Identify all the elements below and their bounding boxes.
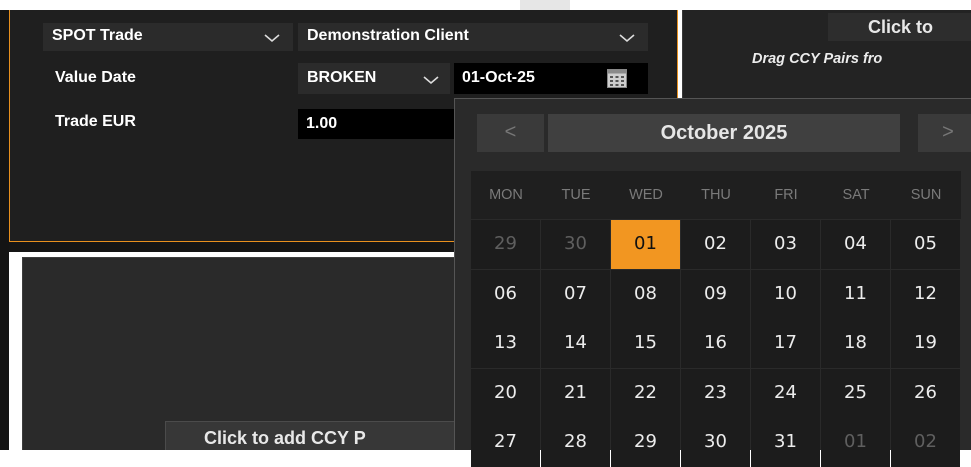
right-panel-hint: Drag CCY Pairs fro — [752, 51, 883, 67]
value-date-text: 01-Oct-25 — [462, 69, 535, 86]
right-panel-button[interactable]: Click to — [828, 13, 971, 41]
calendar-day[interactable]: 07 — [541, 269, 610, 319]
calendar-day[interactable]: 19 — [891, 319, 960, 368]
value-date-input[interactable]: 01-Oct-25 — [454, 63, 648, 94]
tenor-value: BROKEN — [307, 69, 377, 86]
calendar-day[interactable]: 24 — [751, 368, 820, 418]
weekday-fri: FRI — [751, 171, 821, 219]
trade-type-value: SPOT Trade — [52, 27, 143, 44]
weekday-mon: MON — [471, 171, 541, 219]
calendar-day[interactable]: 08 — [611, 269, 680, 319]
weekday-sun: SUN — [891, 171, 961, 219]
calendar-day[interactable]: 02 — [891, 418, 960, 467]
chevron-left-icon[interactable]: < — [477, 114, 544, 152]
calendar-day[interactable]: 03 — [751, 220, 820, 269]
calendar-day[interactable]: 13 — [471, 319, 540, 368]
trade-amount-label: Trade EUR — [55, 113, 136, 130]
calendar-day[interactable]: 25 — [821, 368, 890, 418]
calendar-month-title[interactable]: October 2025 — [548, 114, 900, 152]
calendar-day[interactable]: 10 — [751, 269, 820, 319]
tenor-select[interactable]: BROKEN — [298, 63, 450, 94]
calendar-day[interactable]: 29 — [611, 418, 680, 467]
calendar-day[interactable]: 26 — [891, 368, 960, 418]
calendar-day[interactable]: 05 — [891, 220, 960, 269]
add-ccy-button[interactable]: Click to add CCY P — [165, 421, 460, 450]
calendar-day[interactable]: 12 — [891, 269, 960, 319]
chevron-down-icon — [264, 34, 280, 43]
weekday-sat: SAT — [821, 171, 891, 219]
trade-amount-value: 1.00 — [306, 115, 338, 132]
weekday-thu: THU — [681, 171, 751, 219]
client-select[interactable]: Demonstration Client — [298, 23, 648, 51]
weekday-tue: TUE — [541, 171, 611, 219]
calendar-day[interactable]: 02 — [681, 220, 750, 269]
client-value: Demonstration Client — [307, 27, 469, 44]
value-date-label: Value Date — [55, 69, 136, 86]
chevron-down-icon — [619, 34, 635, 43]
calendar-day[interactable]: 28 — [541, 418, 610, 467]
calendar-icon[interactable] — [607, 69, 627, 88]
calendar-day[interactable]: 15 — [611, 319, 680, 368]
calendar-day[interactable]: 11 — [821, 269, 890, 319]
calendar-day[interactable]: 30 — [681, 418, 750, 467]
calendar-day[interactable]: 18 — [821, 319, 890, 368]
calendar-day[interactable]: 17 — [751, 319, 820, 368]
left-edge — [0, 10, 9, 450]
calendar-day[interactable]: 14 — [541, 319, 610, 368]
top-strip-highlight — [520, 0, 570, 10]
calendar-day[interactable]: 04 — [821, 220, 890, 269]
chevron-down-icon — [423, 76, 439, 85]
calendar-day[interactable]: 30 — [541, 220, 610, 269]
weekday-wed: WED — [611, 171, 681, 219]
calendar-day[interactable]: 31 — [751, 418, 820, 467]
calendar-popup: < October 2025 > MON TUE WED THU FRI SAT SUN 2… — [454, 98, 971, 467]
trade-amount-input[interactable]: 1.00 — [298, 109, 454, 139]
calendar-day[interactable]: 16 — [681, 319, 750, 368]
top-strip — [0, 0, 971, 10]
calendar-day[interactable]: 27 — [471, 418, 540, 467]
trade-type-select[interactable]: SPOT Trade — [43, 23, 293, 51]
calendar-day[interactable]: 20 — [471, 368, 540, 418]
calendar-day[interactable]: 22 — [611, 368, 680, 418]
calendar-day[interactable]: 01 — [611, 220, 680, 269]
calendar-day[interactable]: 29 — [471, 220, 540, 269]
calendar-day[interactable]: 01 — [821, 418, 890, 467]
calendar-day[interactable]: 23 — [681, 368, 750, 418]
calendar-day[interactable]: 06 — [471, 269, 540, 319]
chevron-right-icon[interactable]: > — [918, 114, 971, 152]
calendar-day[interactable]: 09 — [681, 269, 750, 319]
calendar-day[interactable]: 21 — [541, 368, 610, 418]
